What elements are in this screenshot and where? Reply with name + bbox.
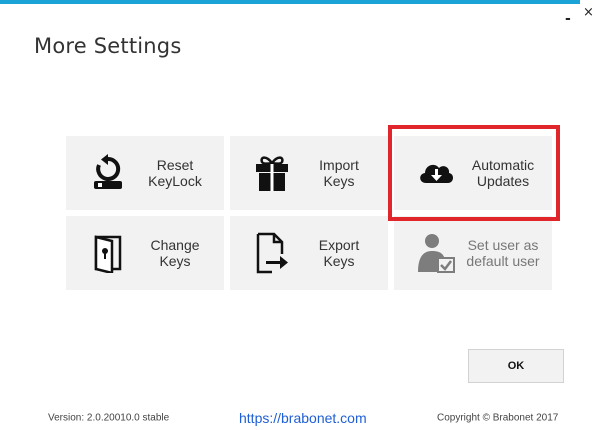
tile-label: Change Keys [150, 237, 200, 269]
set-default-user-button[interactable]: Set user as default user [394, 216, 552, 290]
website-link[interactable]: https://brabonet.com [239, 410, 367, 426]
door-key-icon [80, 233, 136, 273]
close-button[interactable]: × [583, 6, 594, 20]
tile-label: Reset KeyLock [148, 157, 202, 189]
change-keys-button[interactable]: Change Keys [66, 216, 224, 290]
cloud-download-icon [408, 157, 464, 189]
export-keys-button[interactable]: Export Keys [230, 216, 388, 290]
copyright-text: Copyright © Brabonet 2017 [437, 412, 559, 424]
tile-label: Import Keys [319, 157, 359, 189]
ok-button[interactable]: OK [468, 349, 564, 383]
tile-label: Set user as default user [466, 237, 540, 269]
automatic-updates-button[interactable]: Automatic Updates [394, 136, 552, 210]
version-text: Version: 2.0.20010.0 stable [48, 412, 170, 424]
page-title: More Settings [34, 34, 182, 58]
tile-label: Automatic Updates [471, 157, 535, 189]
reset-keylock-button[interactable]: Reset KeyLock [66, 136, 224, 210]
user-check-icon [408, 232, 464, 274]
gift-icon [244, 153, 300, 193]
window-accent-bar [0, 0, 580, 4]
minimize-button[interactable]: - [565, 12, 571, 26]
tile-label: Export Keys [318, 237, 360, 269]
file-export-icon [244, 232, 300, 274]
import-keys-button[interactable]: Import Keys [230, 136, 388, 210]
reset-lock-icon [80, 153, 136, 193]
